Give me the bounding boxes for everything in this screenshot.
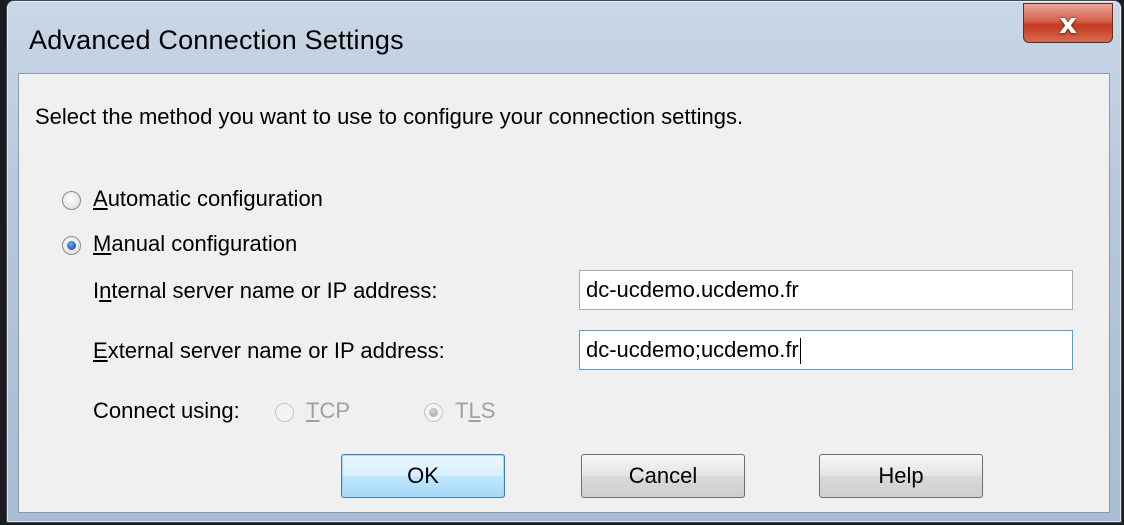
help-button[interactable]: Help <box>819 454 983 498</box>
external-server-input[interactable]: dc-ucdemo;ucdemo.fr <box>579 330 1073 370</box>
connect-using-label: Connect using: <box>93 398 240 423</box>
window-title: Advanced Connection Settings <box>29 25 404 55</box>
tcp-label[interactable]: TCP <box>306 398 350 424</box>
intro-text: Select the method you want to use to con… <box>35 104 744 129</box>
text-caret <box>799 338 801 365</box>
automatic-config-radio[interactable] <box>62 191 81 210</box>
dialog-window: Advanced Connection Settings x Select th… <box>6 0 1122 523</box>
ok-button[interactable]: OK <box>341 454 505 498</box>
manual-config-radio[interactable] <box>62 236 81 255</box>
dialog-body: Select the method you want to use to con… <box>18 73 1110 513</box>
tls-label[interactable]: TLS <box>455 398 495 424</box>
title-bar[interactable]: Advanced Connection Settings x <box>7 1 1121 73</box>
external-server-label: External server name or IP address: <box>93 338 445 363</box>
manual-config-label[interactable]: Manual configuration <box>93 231 297 257</box>
close-button[interactable]: x <box>1023 3 1113 43</box>
tcp-radio[interactable] <box>275 403 294 422</box>
tls-radio[interactable] <box>424 403 443 422</box>
cancel-button[interactable]: Cancel <box>581 454 745 498</box>
internal-server-input[interactable]: dc-ucdemo.ucdemo.fr <box>579 270 1073 310</box>
automatic-config-label[interactable]: Automatic configuration <box>93 186 323 212</box>
internal-server-label: Internal server name or IP address: <box>93 278 438 303</box>
close-icon: x <box>1058 6 1078 40</box>
